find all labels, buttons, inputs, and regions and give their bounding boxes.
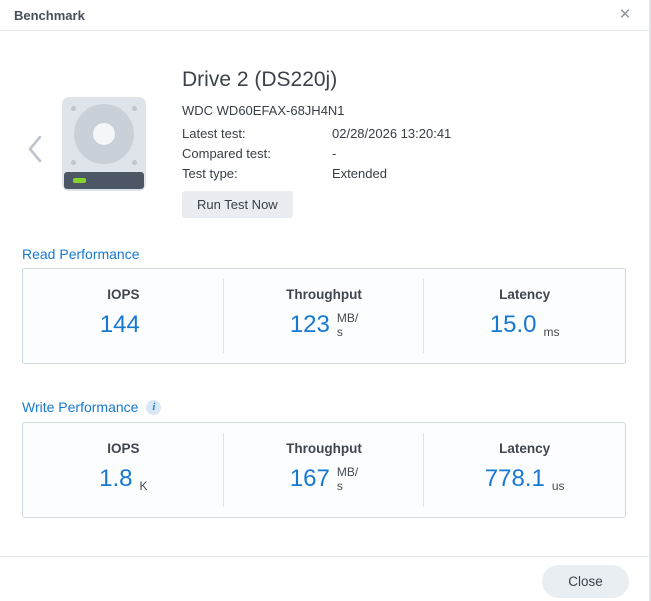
dialog-title: Benchmark <box>14 8 85 23</box>
drive-icon <box>62 97 146 191</box>
metric-unit: ms <box>543 325 560 339</box>
metric-label: Throughput <box>286 287 362 302</box>
write-performance-panel: IOPS 1.8 K Throughput 167 MB/ s Latency … <box>22 422 626 518</box>
metric-write-iops: IOPS 1.8 K <box>23 423 224 517</box>
metric-label: IOPS <box>107 441 140 456</box>
metric-write-latency: Latency 778.1 us <box>424 423 625 517</box>
chevron-left-icon <box>28 135 42 163</box>
metric-label: Throughput <box>286 441 362 456</box>
previous-drive-button[interactable] <box>27 134 43 164</box>
detail-label: Latest test: <box>182 126 246 141</box>
metric-value: 123 <box>289 311 330 338</box>
section-title-label: Write Performance <box>22 399 139 415</box>
detail-label: Test type: <box>182 166 238 181</box>
section-title-label: Read Performance <box>22 246 140 262</box>
close-icon[interactable]: ✕ <box>615 5 635 25</box>
metric-write-throughput: Throughput 167 MB/ s <box>224 423 425 517</box>
info-icon[interactable]: i <box>146 399 162 415</box>
drive-platter-hole <box>93 123 115 145</box>
metric-label: Latency <box>499 287 551 302</box>
drive-led-indicator <box>73 178 86 183</box>
footer-separator <box>0 556 651 557</box>
metric-label: IOPS <box>107 287 140 302</box>
screw-dot <box>132 106 137 111</box>
metric-value: 167 <box>289 465 330 492</box>
screw-dot <box>71 106 76 111</box>
write-performance-title: Write Performance i <box>22 399 162 415</box>
detail-value: 02/28/2026 13:20:41 <box>332 126 452 141</box>
read-performance-title: Read Performance <box>22 246 140 262</box>
detail-value: Extended <box>332 166 387 181</box>
close-button[interactable]: Close <box>542 565 629 598</box>
detail-row-latest-test: Latest test: 02/28/2026 13:20:41 <box>182 126 451 141</box>
metric-value: 144 <box>99 311 140 338</box>
screw-dot <box>132 160 137 165</box>
dialog-header: Benchmark ✕ <box>0 0 651 31</box>
drive-title: Drive 2 (DS220j) <box>182 68 338 91</box>
read-performance-panel: IOPS 144 Throughput 123 MB/ s Latency 15… <box>22 268 626 364</box>
detail-row-test-type: Test type: Extended <box>182 166 387 181</box>
drive-model: WDC WD60EFAX-68JH4N1 <box>182 103 345 118</box>
screw-dot <box>71 160 76 165</box>
metric-unit: K <box>139 479 148 493</box>
metric-unit: us <box>551 479 565 493</box>
metric-unit: MB/ s <box>336 465 359 493</box>
drive-platter <box>74 104 134 164</box>
detail-value: - <box>332 146 337 161</box>
run-test-now-button[interactable]: Run Test Now <box>182 191 293 218</box>
metric-value: 15.0 <box>489 311 537 338</box>
metric-read-latency: Latency 15.0 ms <box>424 269 625 363</box>
metric-value: 778.1 <box>484 465 545 492</box>
drive-bottom-bar <box>64 172 144 189</box>
metric-value: 1.8 <box>99 465 133 492</box>
detail-label: Compared test: <box>182 146 271 161</box>
metric-read-iops: IOPS 144 <box>23 269 224 363</box>
metric-read-throughput: Throughput 123 MB/ s <box>224 269 425 363</box>
metric-label: Latency <box>499 441 551 456</box>
metric-unit: MB/ s <box>336 311 359 339</box>
detail-row-compared-test: Compared test: - <box>182 146 336 161</box>
